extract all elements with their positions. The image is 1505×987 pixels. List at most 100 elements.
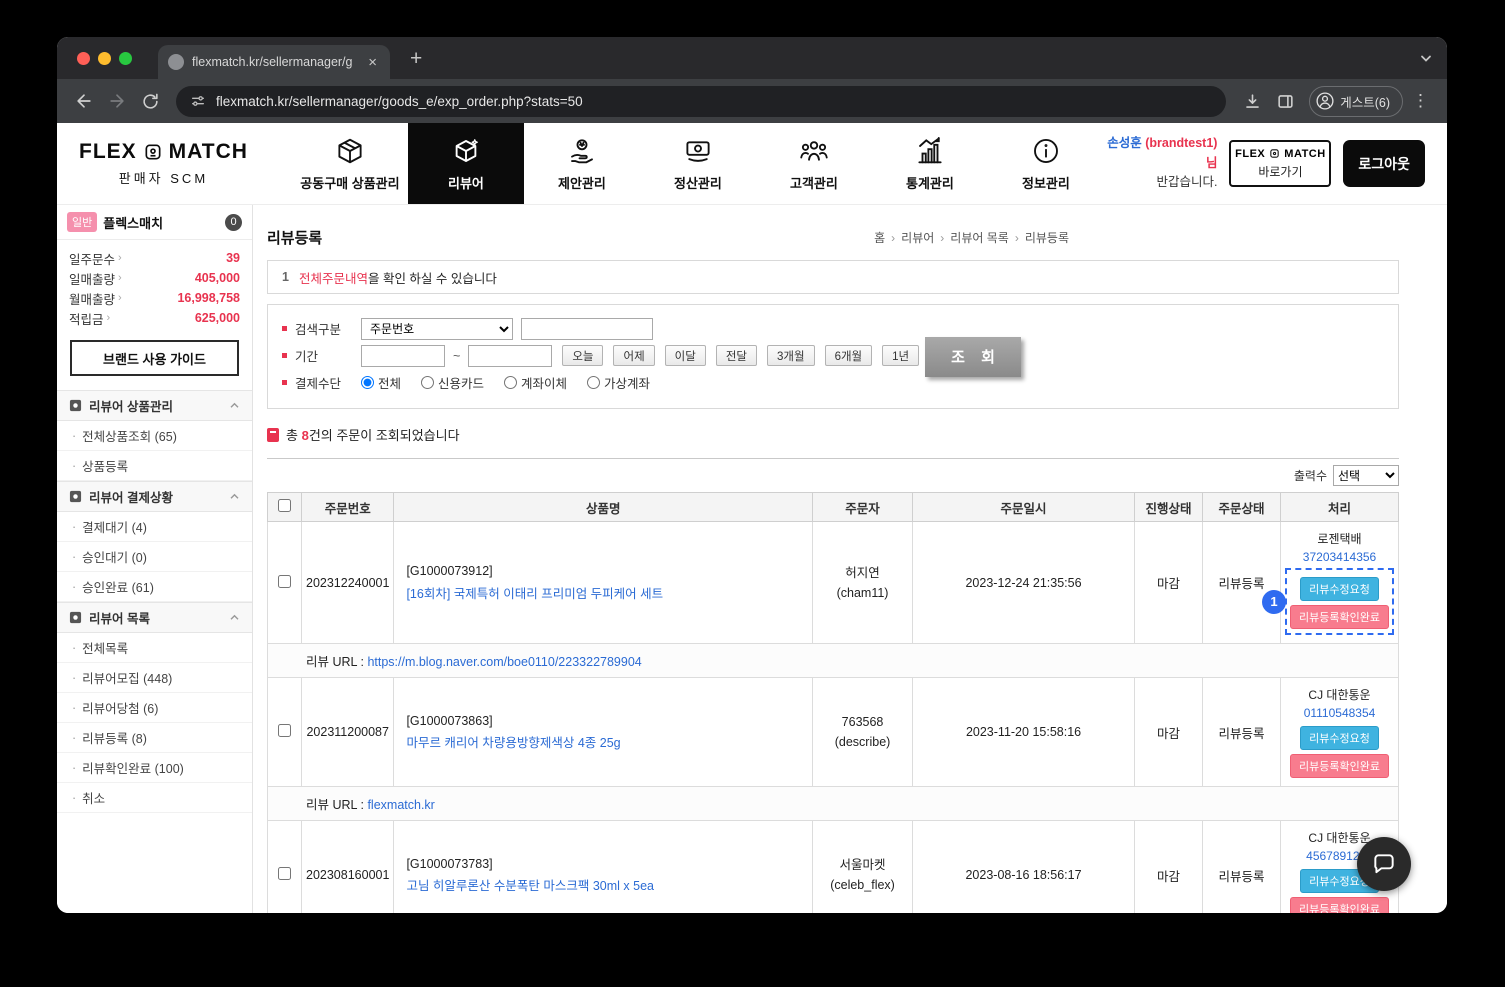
sidebar-item-reviewer-winner[interactable]: ·리뷰어당첨 (6) [57, 693, 252, 723]
chat-widget-button[interactable] [1357, 837, 1411, 891]
chevron-up-icon[interactable] [229, 493, 240, 500]
payment-radio[interactable] [504, 376, 517, 389]
row-checkbox[interactable] [278, 867, 291, 880]
review-url-link[interactable]: https://m.blog.naver.com/boe0110/2233227… [367, 655, 641, 669]
output-count-select[interactable]: 선택 [1333, 465, 1399, 486]
reload-button[interactable] [135, 86, 165, 116]
sidebar-section-reviewer-products[interactable]: 리뷰어 상품관리 [57, 390, 252, 421]
new-tab-button[interactable]: + [402, 46, 430, 71]
period-last-month-button[interactable]: 전달 [716, 345, 757, 366]
zoom-window-button[interactable] [119, 52, 132, 65]
close-window-button[interactable] [77, 52, 90, 65]
review-confirm-complete-button[interactable]: 리뷰등록확인완료 [1290, 897, 1389, 913]
site-settings-icon[interactable] [190, 93, 206, 109]
minimize-window-button[interactable] [98, 52, 111, 65]
back-button[interactable] [69, 86, 99, 116]
nav-item-settlement[interactable]: 정산관리 [640, 123, 756, 204]
chevron-up-icon[interactable] [229, 614, 240, 621]
download-icon[interactable] [1237, 86, 1267, 116]
period-this-month-button[interactable]: 이달 [665, 345, 706, 366]
sidebar-item-review-register[interactable]: ·리뷰등록 (8) [57, 723, 252, 753]
sidebar-item-product-register[interactable]: ·상품등록 [57, 451, 252, 481]
period-today-button[interactable]: 오늘 [562, 345, 603, 366]
sidebar-item-full-list[interactable]: ·전체목록 [57, 633, 252, 663]
payment-radio[interactable] [361, 376, 374, 389]
sidebar-item-all-products[interactable]: ·전체상품조회 (65) [57, 421, 252, 451]
stat-daily-sales[interactable]: 일매출량 › 405,000 [69, 268, 240, 288]
product-name-link[interactable]: 마무르 캐리어 차량용방향제색상 4종 25g [406, 732, 808, 755]
sidebar-section-reviewer-list[interactable]: 리뷰어 목록 [57, 602, 252, 633]
sidebar-item-review-confirmed[interactable]: ·리뷰확인완료 (100) [57, 753, 252, 783]
sidebar-item-label: 전체상품조회 (65) [82, 426, 177, 445]
tab-close-icon[interactable]: × [365, 54, 380, 71]
payment-option-all[interactable]: 전체 [361, 373, 401, 392]
payment-option-transfer[interactable]: 계좌이체 [504, 373, 567, 392]
product-name-link[interactable]: [16회차] 국제특허 이태리 프리미엄 두피케어 세트 [406, 583, 808, 606]
browser-tab-strip: flexmatch.kr/sellermanager/g × + [57, 37, 1447, 79]
period-to-input[interactable] [468, 345, 552, 367]
period-1year-button[interactable]: 1년 [882, 345, 919, 366]
url-bar[interactable]: flexmatch.kr/sellermanager/goods_e/exp_o… [176, 86, 1226, 117]
nav-item-customers[interactable]: 고객관리 [756, 123, 872, 204]
flexmatch-shortcut-button[interactable]: FLEX MATCH 바로가기 [1229, 140, 1331, 187]
sidebar-item-approval-done[interactable]: ·승인완료 (61) [57, 572, 252, 602]
browser-menu-icon[interactable]: ⋮ [1406, 91, 1435, 111]
nav-item-reviewer[interactable]: 리뷰어 [408, 123, 524, 204]
breadcrumb-separator: › [940, 231, 944, 245]
review-confirm-complete-button[interactable]: 리뷰등록확인완료 [1290, 605, 1389, 629]
review-edit-request-button[interactable]: 리뷰수정요청 [1300, 577, 1379, 601]
forward-button[interactable] [102, 86, 132, 116]
browser-tab[interactable]: flexmatch.kr/sellermanager/g × [158, 45, 390, 79]
review-edit-request-button[interactable]: 리뷰수정요청 [1300, 726, 1379, 750]
breadcrumb-reviewer-list[interactable]: 리뷰어 목록 [950, 229, 1009, 246]
orderer-cell[interactable]: 763568 (describe) [813, 678, 913, 787]
search-keyword-input[interactable] [521, 318, 653, 340]
period-tilde: ~ [453, 349, 460, 363]
search-type-select[interactable]: 주문번호 [361, 318, 513, 340]
stat-points[interactable]: 적립금 › 625,000 [69, 308, 240, 328]
period-from-input[interactable] [361, 345, 445, 367]
sidebar-item-reviewer-recruit[interactable]: ·리뷰어모집 (448) [57, 663, 252, 693]
row-checkbox[interactable] [278, 575, 291, 588]
review-url-link[interactable]: flexmatch.kr [367, 798, 434, 812]
stat-value: 39 [226, 251, 240, 265]
tracking-number-link[interactable]: 01110548354 [1285, 704, 1394, 722]
select-all-checkbox[interactable] [278, 499, 291, 512]
period-yesterday-button[interactable]: 어제 [613, 345, 654, 366]
flexmatch-logo[interactable]: FLEX MATCH 판매자 SCM [57, 123, 274, 204]
sidebar-item-cancel[interactable]: ·취소 [57, 783, 252, 813]
breadcrumb-home[interactable]: 홈 [874, 229, 885, 246]
stat-monthly-sales[interactable]: 월매출량 › 16,998,758 [69, 288, 240, 308]
tab-search-chevron-icon[interactable] [1419, 53, 1433, 63]
nav-item-information[interactable]: 정보관리 [988, 123, 1104, 204]
nav-item-group-products[interactable]: 공동구매 상품관리 [292, 123, 408, 204]
nav-item-proposals[interactable]: 제안관리 [524, 123, 640, 204]
sidebar-item-payment-waiting[interactable]: ·결제대기 (4) [57, 512, 252, 542]
row-checkbox[interactable] [278, 724, 291, 737]
brand-guide-button[interactable]: 브랜드 사용 가이드 [70, 340, 239, 376]
payment-option-card[interactable]: 신용카드 [421, 373, 484, 392]
orderer-cell[interactable]: 서울마켓 (celeb_flex) [813, 821, 913, 914]
period-6months-button[interactable]: 6개월 [825, 345, 873, 366]
tracking-number-link[interactable]: 37203414356 [1285, 548, 1394, 566]
chevron-up-icon[interactable] [229, 402, 240, 409]
product-name-link[interactable]: 고님 히알루론산 수분폭탄 마스크팩 30ml x 5ea [406, 875, 808, 898]
logout-button[interactable]: 로그아웃 [1343, 140, 1425, 187]
stat-daily-orders[interactable]: 일주문수 › 39 [69, 248, 240, 268]
payment-radio[interactable] [587, 376, 600, 389]
review-url-label: 리뷰 URL : [306, 655, 364, 669]
sidebar-item-approval-waiting[interactable]: ·승인대기 (0) [57, 542, 252, 572]
side-panel-icon[interactable] [1270, 86, 1300, 116]
nav-item-statistics[interactable]: 통계관리 [872, 123, 988, 204]
payment-option-virtual[interactable]: 가상계좌 [587, 373, 650, 392]
browser-profile-button[interactable]: 게스트(6) [1309, 86, 1403, 117]
search-submit-button[interactable]: 조 회 [925, 337, 1021, 377]
bullet: · [72, 459, 76, 473]
payment-radio[interactable] [421, 376, 434, 389]
breadcrumb-reviewer[interactable]: 리뷰어 [901, 229, 934, 246]
sidebar-section-reviewer-payments[interactable]: 리뷰어 결제상황 [57, 481, 252, 512]
review-confirm-complete-button[interactable]: 리뷰등록확인완료 [1290, 754, 1389, 778]
orderer-cell[interactable]: 허지연 (cham11) [813, 522, 913, 644]
period-3months-button[interactable]: 3개월 [767, 345, 815, 366]
brand-count-badge[interactable]: 0 [225, 214, 242, 231]
